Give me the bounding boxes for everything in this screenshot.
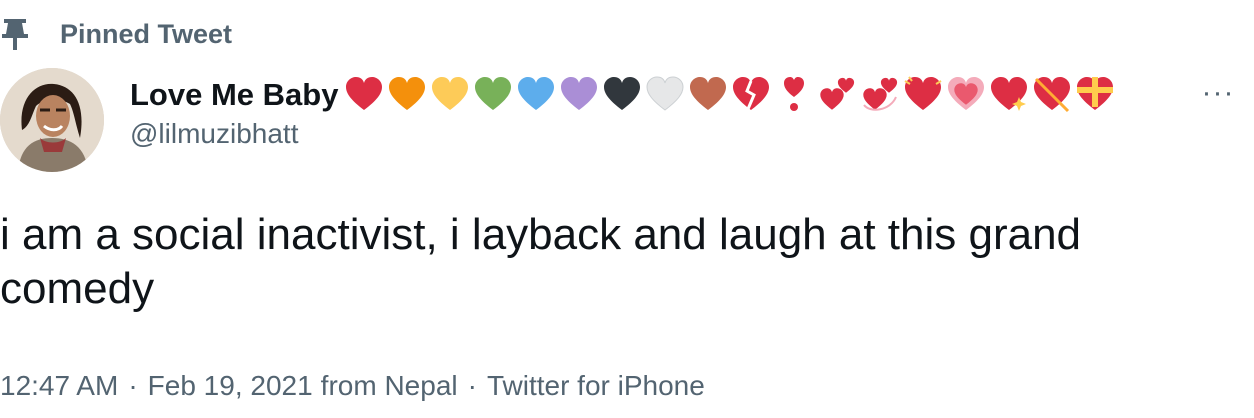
- more-icon: ···: [1201, 76, 1235, 109]
- avatar-image: [0, 68, 104, 172]
- purple-heart-emoji-icon: [561, 77, 598, 110]
- green-heart-emoji-icon: [475, 77, 512, 110]
- more-options-button[interactable]: ···: [1196, 76, 1240, 109]
- user-handle[interactable]: @lilmuzibhatt: [130, 118, 298, 150]
- tweet-date[interactable]: Feb 19, 2021: [148, 370, 313, 402]
- orange-heart-emoji-icon: [389, 77, 426, 110]
- heart-exclamation-emoji-icon: [784, 77, 805, 111]
- tweet-text: i am a social inactivist, i layback and …: [0, 210, 1082, 313]
- author-row: Love Me Baby: [130, 70, 1118, 120]
- tweet-meta: 12:47 AM · Feb 19, 2021 from Nepal · Twi…: [0, 364, 705, 408]
- black-heart-emoji-icon: [604, 77, 641, 110]
- yellow-heart-emoji-icon: [432, 77, 469, 110]
- pin-icon: [2, 19, 28, 50]
- brown-heart-emoji-icon: [690, 77, 727, 110]
- tweet-location: from Nepal: [320, 370, 458, 401]
- two-hearts-emoji-icon: [820, 77, 855, 110]
- sparkling-heart-emoji-icon: [991, 77, 1028, 111]
- white-heart-emoji-icon: [646, 76, 684, 111]
- broken-heart-emoji-icon: [733, 77, 770, 110]
- name-emoji-list: [344, 75, 1118, 115]
- pinned-label: Pinned Tweet: [60, 18, 233, 49]
- avatar[interactable]: [0, 68, 104, 172]
- heart-with-arrow-emoji-icon: [1034, 77, 1071, 113]
- heart-with-ribbon-emoji-icon: [1077, 77, 1114, 110]
- beating-heart-emoji-icon: [904, 76, 942, 110]
- tweet-time[interactable]: 12:47 AM: [0, 370, 118, 402]
- tweet-source[interactable]: Twitter for iPhone: [487, 370, 705, 402]
- meta-separator-2: ·: [467, 370, 477, 401]
- blue-heart-emoji-icon: [518, 77, 555, 110]
- red-heart-emoji-icon: [346, 77, 383, 110]
- pinned-tweet-header: Pinned Tweet: [0, 14, 232, 54]
- display-name[interactable]: Love Me Baby: [130, 77, 338, 113]
- meta-separator: ·: [128, 370, 138, 401]
- revolving-hearts-emoji-icon: [863, 77, 898, 111]
- growing-heart-emoji-icon: [948, 77, 985, 110]
